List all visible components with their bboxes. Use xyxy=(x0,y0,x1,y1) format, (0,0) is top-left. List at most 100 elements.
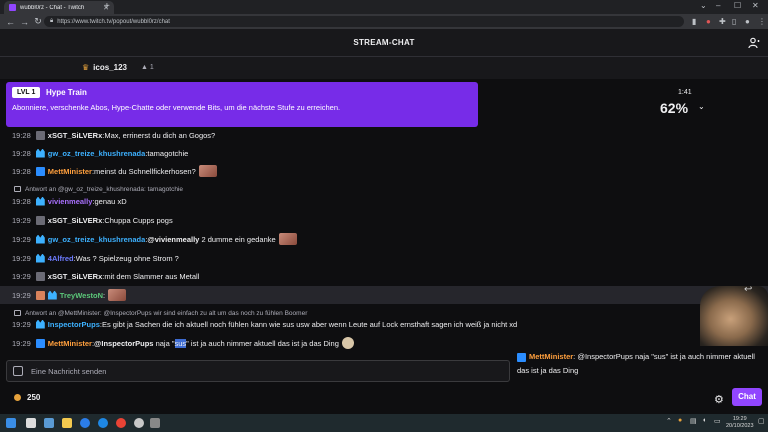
menu-icon[interactable]: ⋮ xyxy=(758,17,766,26)
timestamp: 19:28 xyxy=(12,166,31,176)
emote-icon[interactable] xyxy=(198,165,217,177)
crown-badge-icon[interactable] xyxy=(35,148,45,158)
settings-gear-icon[interactable]: ⚙ xyxy=(714,393,724,406)
chat-input[interactable]: Eine Nachricht senden xyxy=(6,360,510,382)
chat-message-text: mit dem Slammer aus Metall xyxy=(104,271,200,281)
chat-line[interactable]: 19:28 vivienmeally: genau xD xyxy=(12,193,127,209)
chat-line-hovered[interactable]: 19:29 TreyWestoN: xyxy=(0,286,768,304)
taskbar-clock[interactable]: 19:29 20/10/2023 xyxy=(726,416,754,430)
chat-send-button[interactable]: Chat xyxy=(732,388,762,406)
network-icon[interactable]: ▤ xyxy=(690,417,697,425)
volume-icon[interactable]: ◖ xyxy=(702,417,706,424)
crown-badge-icon[interactable] xyxy=(35,253,45,263)
chrome-icon[interactable] xyxy=(116,418,126,428)
badge-icon xyxy=(517,352,526,362)
chat-username[interactable]: gw_oz_treize_khushrenada xyxy=(48,235,146,244)
back-icon[interactable]: ← xyxy=(6,17,15,27)
crown-badge-icon[interactable] xyxy=(35,234,45,244)
hype-train-timer: 1:41 xyxy=(678,89,692,96)
chat-username[interactable]: xSGT_SiLVERx xyxy=(48,216,102,225)
timestamp: 19:28 xyxy=(12,196,31,206)
emote-icon[interactable] xyxy=(341,337,354,349)
badge-icon[interactable] xyxy=(35,290,45,300)
badge-icon[interactable] xyxy=(35,130,45,140)
app-icon[interactable] xyxy=(98,418,108,428)
channel-points-value: 250 xyxy=(27,393,41,402)
hype-train-progress[interactable]: 1:41 62% ⌄ xyxy=(478,82,768,127)
crown-icon: ♛ xyxy=(82,63,90,72)
channel-points-icon xyxy=(14,394,21,401)
hype-level-badge: LVL 1 xyxy=(12,87,41,98)
chat-line[interactable]: 19:29 xSGT_SiLVERx: Chuppa Cupps pogs xyxy=(12,212,173,228)
start-icon[interactable] xyxy=(6,418,16,428)
pinned-user[interactable]: ♛ icos_123 xyxy=(82,63,127,72)
mention[interactable]: @InspectorPups xyxy=(94,339,153,348)
app-icon[interactable] xyxy=(44,418,54,428)
window-close-icon[interactable]: ✕ xyxy=(752,1,759,10)
crown-badge-icon[interactable] xyxy=(35,319,45,329)
extension-red-icon[interactable]: ● xyxy=(706,17,711,26)
tray-chevron-icon[interactable]: ⌃ xyxy=(666,417,672,425)
badge-icon[interactable] xyxy=(35,166,45,176)
chat-message-text: Max, errinerst du dich an Gogos? xyxy=(104,130,216,140)
lock-icon[interactable]: 🔒︎ xyxy=(50,18,53,25)
chat-line[interactable]: 19:28 gw_oz_treize_khushrenada: tamagotc… xyxy=(12,145,188,161)
address-bar[interactable]: 🔒︎ https://www.twitch.tv/popout/wubbl0rz… xyxy=(44,16,684,27)
chat-line[interactable]: 19:28 xSGT_SiLVERx: Max, errinerst du di… xyxy=(12,127,215,143)
chat-line[interactable]: 19:29 gw_oz_treize_khushrenada: @vivienm… xyxy=(12,231,297,247)
chat-username[interactable]: InspectorPups xyxy=(48,320,100,329)
chat-line[interactable]: 19:29 MettMinister: @InspectorPups naja … xyxy=(12,335,354,351)
badge-icon[interactable] xyxy=(35,338,45,348)
window-maximize-icon[interactable]: ☐ xyxy=(734,1,741,10)
channel-points[interactable]: 250 xyxy=(14,393,40,402)
community-users-icon[interactable] xyxy=(748,37,760,49)
mention[interactable]: @vivienmeally xyxy=(147,235,199,244)
chat-username[interactable]: gw_oz_treize_khushrenada xyxy=(48,149,146,158)
extension-icon[interactable]: ▮ xyxy=(692,17,696,26)
emote-picker-icon[interactable] xyxy=(13,366,23,376)
task-view-icon[interactable] xyxy=(26,418,36,428)
timestamp: 19:29 xyxy=(12,253,31,263)
new-tab-icon[interactable]: + xyxy=(104,1,110,12)
hype-train-banner[interactable]: LVL 1 Hype Train Abonniere, verschenke A… xyxy=(6,82,478,127)
sidepanel-icon[interactable]: ▯ xyxy=(732,17,736,26)
notification-icon[interactable]: ▢ xyxy=(758,417,765,425)
overlay-chat-message: MettMinister: @InspectorPups naja "sus" … xyxy=(517,350,767,380)
badge-icon[interactable] xyxy=(35,215,45,225)
pinned-username: icos_123 xyxy=(93,63,127,72)
forward-icon[interactable]: → xyxy=(20,17,29,27)
chat-username[interactable]: MettMinister xyxy=(48,339,92,348)
chat-line[interactable]: 19:28 MettMinister: meinst du Schnellfic… xyxy=(12,163,217,179)
chat-message-list[interactable]: 19:28 xSGT_SiLVERx: Max, errinerst du di… xyxy=(0,127,768,356)
app-icon[interactable] xyxy=(150,418,160,428)
badge-icon[interactable] xyxy=(35,271,45,281)
chat-line[interactable]: 19:29 4Alfred: Was ? Spielzeug ohne Stro… xyxy=(12,250,179,266)
chat-username[interactable]: TreyWestoN xyxy=(60,291,103,300)
keyboard-icon[interactable]: ▭ xyxy=(714,417,721,425)
chat-username[interactable]: 4Alfred xyxy=(48,254,74,263)
file-explorer-icon[interactable] xyxy=(62,418,72,428)
crown-badge-icon[interactable] xyxy=(47,290,57,300)
browser-tab[interactable]: wubbl0rz - Chat - Twitch ✕ xyxy=(4,1,114,14)
emote-icon[interactable] xyxy=(108,289,127,301)
emote-icon[interactable] xyxy=(278,233,297,245)
chat-username[interactable]: MettMinister xyxy=(48,167,92,176)
puzzle-icon[interactable]: ✚ xyxy=(719,17,726,26)
window-expand-icon[interactable]: ⌄ xyxy=(700,1,707,10)
back-arrow-icon[interactable]: ↩ xyxy=(744,284,752,295)
profile-icon[interactable]: ● xyxy=(745,17,750,26)
pinned-count: ▲ 1 xyxy=(141,64,154,71)
url-text: https://www.twitch.tv/popout/wubbl0rz/ch… xyxy=(57,18,170,25)
chat-line[interactable]: 19:29 xSGT_SiLVERx: mit dem Slammer aus … xyxy=(12,268,199,284)
window-minimize-icon[interactable]: – xyxy=(716,1,720,10)
tray-app-icon[interactable]: ● xyxy=(678,417,682,424)
app-icon[interactable] xyxy=(134,418,144,428)
chat-line[interactable]: 19:29 InspectorPups: Es gibt ja Sachen d… xyxy=(12,316,517,332)
chat-username[interactable]: vivienmeally xyxy=(48,197,93,206)
reload-icon[interactable]: ↻ xyxy=(34,16,42,27)
edge-icon[interactable] xyxy=(80,418,90,428)
crown-badge-icon[interactable] xyxy=(35,196,45,206)
chat-username[interactable]: xSGT_SiLVERx xyxy=(48,131,102,140)
chat-username[interactable]: xSGT_SiLVERx xyxy=(48,272,102,281)
chevron-down-icon[interactable]: ⌄ xyxy=(698,102,705,111)
